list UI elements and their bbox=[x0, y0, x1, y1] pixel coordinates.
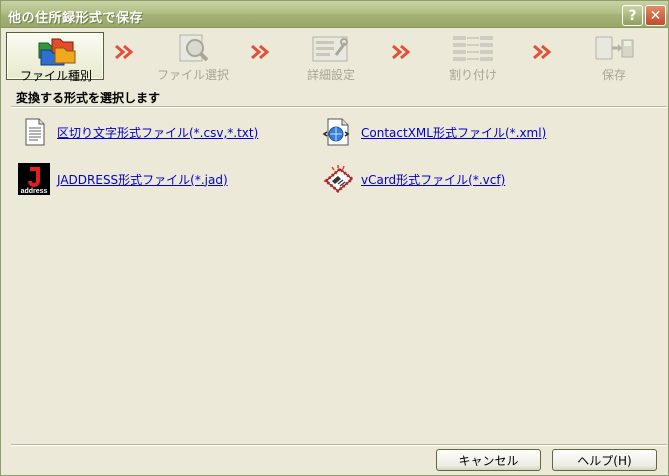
bottom-divider bbox=[11, 444, 667, 446]
field-mapping-icon bbox=[453, 36, 493, 61]
double-chevron-icon bbox=[115, 45, 134, 59]
divider bbox=[11, 106, 667, 108]
step-label: 保存 bbox=[601, 68, 626, 82]
format-item-csv[interactable]: 区切り文字形式ファイル(*.csv,*.txt) bbox=[18, 116, 258, 148]
step-label: ファイル種別 bbox=[19, 69, 92, 83]
vcard-icon bbox=[323, 165, 354, 193]
file-search-icon bbox=[179, 34, 209, 62]
xml-document-icon bbox=[322, 118, 350, 146]
format-link-jad[interactable]: JADDRESS形式ファイル(*.jad) bbox=[57, 171, 228, 188]
format-item-xml[interactable]: ContactXML形式ファイル(*.xml) bbox=[322, 116, 546, 148]
folders-icon bbox=[38, 38, 76, 66]
close-icon: ✕ bbox=[649, 7, 662, 24]
format-item-jad[interactable]: address JADDRESS形式ファイル(*.jad) bbox=[18, 163, 228, 195]
double-chevron-icon bbox=[251, 45, 270, 59]
wizard-steps: ファイル種別 ファイル選択 詳細設定 割り付け 保存 bbox=[1, 29, 668, 83]
save-disk-icon bbox=[595, 36, 634, 60]
double-chevron-icon bbox=[533, 45, 552, 59]
title-bar[interactable]: 他の住所録形式で保存 ? ✕ bbox=[1, 1, 668, 28]
step-field-mapping: 割り付け bbox=[424, 32, 522, 82]
help-button[interactable]: ヘルプ(H) bbox=[552, 449, 657, 471]
settings-tools-icon bbox=[312, 36, 348, 62]
format-link-xml[interactable]: ContactXML形式ファイル(*.xml) bbox=[361, 124, 546, 141]
step-file-select: ファイル選択 bbox=[144, 32, 242, 82]
instruction-text: 変換する形式を選択します bbox=[16, 91, 161, 105]
step-save: 保存 bbox=[565, 32, 663, 82]
cancel-button[interactable]: キャンセル bbox=[436, 449, 541, 471]
logo-text: address bbox=[21, 188, 48, 195]
step-file-type[interactable]: ファイル種別 bbox=[6, 32, 104, 83]
jaddress-logo-icon: address bbox=[18, 163, 50, 195]
step-label: 割り付け bbox=[448, 68, 497, 82]
help-title-button[interactable]: ? bbox=[622, 5, 643, 26]
double-chevron-icon bbox=[392, 45, 411, 59]
step-label: ファイル選択 bbox=[156, 68, 229, 82]
format-link-vcf[interactable]: vCard形式ファイル(*.vcf) bbox=[361, 171, 505, 188]
question-icon: ? bbox=[628, 7, 637, 24]
close-button[interactable]: ✕ bbox=[645, 5, 666, 26]
format-link-csv[interactable]: 区切り文字形式ファイル(*.csv,*.txt) bbox=[57, 124, 258, 141]
window-title: 他の住所録形式で保存 bbox=[8, 11, 144, 26]
dialog-window: 他の住所録形式で保存 ? ✕ ファイル種別 ファイル選択 詳細設定 割り付け 保… bbox=[0, 0, 669, 476]
format-list: 区切り文字形式ファイル(*.csv,*.txt) ContactXML形式ファイ… bbox=[11, 109, 667, 444]
text-document-icon bbox=[25, 118, 45, 146]
step-label: 詳細設定 bbox=[306, 68, 355, 82]
format-item-vcf[interactable]: vCard形式ファイル(*.vcf) bbox=[322, 163, 505, 195]
step-detail-settings: 詳細設定 bbox=[282, 32, 380, 82]
